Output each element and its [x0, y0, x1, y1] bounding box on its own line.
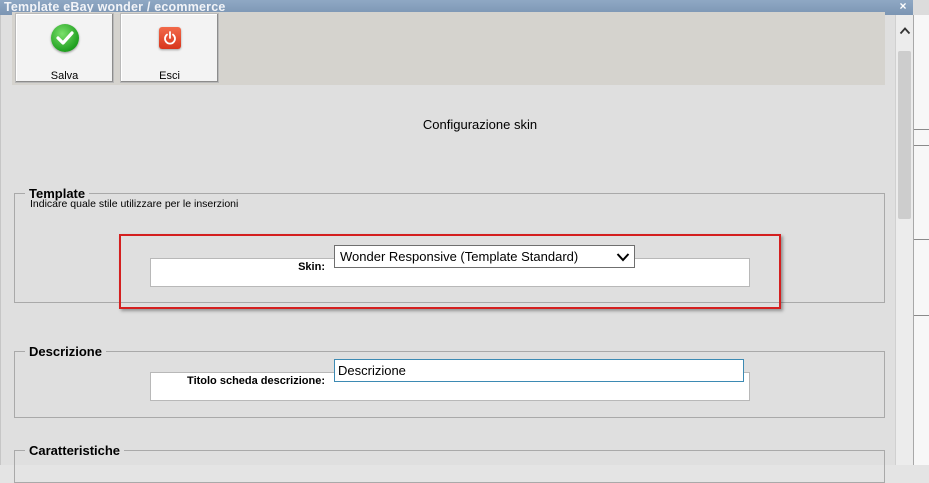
exit-button[interactable]: Esci: [120, 13, 219, 83]
close-icon[interactable]: ×: [896, 0, 910, 14]
exit-label: Esci: [159, 70, 180, 82]
template-hint: Indicare quale stile utilizzare per le i…: [30, 198, 239, 210]
power-icon: [159, 27, 181, 49]
features-legend: Caratteristiche: [29, 443, 121, 458]
save-label: Salva: [50, 70, 79, 82]
save-button[interactable]: Salva: [15, 13, 114, 83]
page-heading: Configurazione skin: [422, 117, 538, 132]
description-legend: Descrizione: [29, 344, 102, 359]
features-group: Caratteristiche: [14, 443, 885, 483]
scroll-thumb[interactable]: [898, 51, 911, 219]
chevron-down-icon: [616, 250, 630, 268]
toolbar: Salva Esci: [12, 12, 885, 85]
strip-divider: [914, 145, 929, 146]
titlebar-edge: [913, 0, 929, 15]
description-title-input[interactable]: [334, 359, 744, 382]
strip-divider: [914, 129, 929, 130]
description-title-label: Titolo scheda descrizione:: [187, 375, 325, 387]
vertical-scrollbar[interactable]: [895, 15, 913, 465]
strip-divider: [914, 239, 929, 240]
check-circle-icon: [51, 24, 79, 52]
skin-select-value: Wonder Responsive (Template Standard): [340, 249, 579, 264]
skin-label: Skin:: [298, 261, 325, 273]
skin-select[interactable]: Wonder Responsive (Template Standard): [334, 245, 635, 268]
background-window-edge: [913, 15, 929, 465]
scroll-up-icon[interactable]: [896, 23, 913, 45]
strip-divider: [914, 315, 929, 316]
